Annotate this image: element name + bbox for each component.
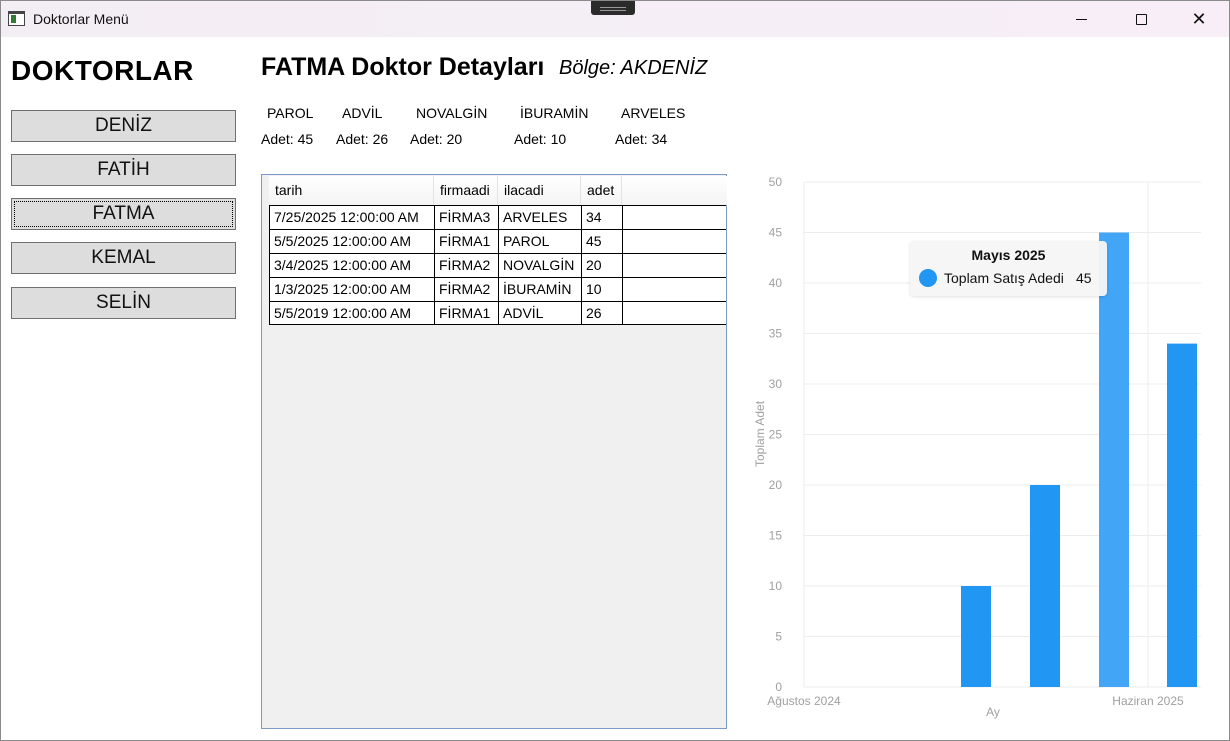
cell-firmaadi[interactable]: FİRMA2: [434, 253, 498, 277]
cell-adet[interactable]: 10: [581, 277, 622, 301]
chart-bar[interactable]: [1167, 343, 1197, 687]
drug-count-advil: Adet: 26: [336, 131, 389, 147]
series-color-swatch: [919, 269, 937, 287]
title-bar[interactable]: Doktorlar Menü ✕: [1, 1, 1229, 37]
y-tick-label: 30: [769, 377, 783, 391]
doctor-button-deniz[interactable]: DENİZ: [11, 110, 236, 142]
grid-header: tarih firmaadi ilacadi adet: [269, 176, 727, 205]
cell-firmaadi[interactable]: FİRMA2: [434, 277, 498, 301]
doctor-button-kemal[interactable]: KEMAL: [11, 242, 236, 274]
table-row[interactable]: 5/5/2025 12:00:00 AM FİRMA1 PAROL 45: [269, 229, 726, 253]
tooltip-value: 45: [1076, 270, 1092, 286]
cell-adet[interactable]: 20: [581, 253, 622, 277]
row-filler: [622, 229, 726, 253]
cell-adet[interactable]: 34: [581, 205, 622, 229]
drug-name-arveles: ARVELES: [621, 105, 686, 121]
y-tick-label: 15: [769, 529, 783, 543]
grid-row-divider: [269, 324, 726, 325]
app-window-icon: [8, 11, 25, 26]
minimize-icon: [1075, 18, 1087, 20]
y-tick-label: 0: [775, 680, 782, 694]
tooltip-title: Mayıs 2025: [971, 247, 1046, 263]
cell-ilacadi[interactable]: PAROL: [498, 229, 581, 253]
chart-bar[interactable]: [1030, 485, 1060, 687]
doctor-button-selin[interactable]: SELİN: [11, 287, 236, 319]
x-tick-label: Ağustos 2024: [767, 694, 841, 708]
drug-count-arveles: Adet: 34: [615, 131, 668, 147]
y-tick-label: 25: [769, 428, 783, 442]
cell-tarih[interactable]: 1/3/2025 12:00:00 AM: [269, 277, 434, 301]
row-filler: [622, 277, 726, 301]
cell-ilacadi[interactable]: ARVELES: [498, 205, 581, 229]
drug-count-iburamin: Adet: 10: [514, 131, 567, 147]
cell-adet[interactable]: 45: [581, 229, 622, 253]
cell-firmaadi[interactable]: FİRMA1: [434, 229, 498, 253]
snap-layout-handle[interactable]: [591, 1, 635, 15]
drug-name-parol: PAROL: [267, 105, 314, 121]
app-window: Doktorlar Menü ✕ DOKTORLAR DENİZ FATİH F…: [0, 0, 1230, 741]
x-tick-label: Haziran 2025: [1112, 694, 1184, 708]
y-tick-label: 50: [769, 175, 783, 189]
maximize-button[interactable]: [1118, 1, 1164, 37]
y-tick-label: 10: [769, 579, 783, 593]
chart-bar[interactable]: [961, 586, 991, 687]
tooltip-series-label: Toplam Satış Adedi: [944, 270, 1064, 286]
doctor-button-fatma[interactable]: FATMA: [11, 198, 236, 230]
sidebar-title: DOKTORLAR: [11, 55, 194, 86]
window-title: Doktorlar Menü: [33, 11, 129, 27]
drug-name-iburamin: İBURAMİN: [520, 105, 589, 121]
close-button[interactable]: ✕: [1176, 1, 1222, 37]
column-header-ilacadi[interactable]: ilacadi: [498, 176, 581, 205]
drug-count-parol: Adet: 45: [261, 131, 314, 147]
y-tick-label: 45: [769, 226, 783, 240]
y-axis-title: Toplam Adet: [753, 400, 767, 467]
cell-ilacadi[interactable]: NOVALGİN: [498, 253, 581, 277]
close-icon: ✕: [1191, 9, 1207, 29]
column-header-adet[interactable]: adet: [581, 176, 622, 205]
maximize-icon: [1135, 13, 1147, 25]
chart-bar[interactable]: [1099, 232, 1129, 688]
y-tick-label: 35: [769, 327, 783, 341]
y-tick-label: 20: [769, 478, 783, 492]
x-axis-title: Ay: [986, 705, 1000, 719]
column-header-tarih[interactable]: tarih: [269, 176, 434, 205]
page-title: FATMA Doktor Detayları: [261, 53, 545, 81]
cell-tarih[interactable]: 5/5/2025 12:00:00 AM: [269, 229, 434, 253]
minimize-button[interactable]: [1058, 1, 1104, 37]
y-tick-label: 40: [769, 276, 783, 290]
cell-tarih[interactable]: 5/5/2019 12:00:00 AM: [269, 301, 434, 325]
row-filler: [622, 301, 726, 325]
drug-name-advil: ADVİL: [342, 105, 383, 121]
drug-name-novalgin: NOVALGİN: [416, 105, 488, 121]
cell-ilacadi[interactable]: İBURAMİN: [498, 277, 581, 301]
cell-tarih[interactable]: 7/25/2025 12:00:00 AM: [269, 205, 434, 229]
cell-firmaadi[interactable]: FİRMA3: [434, 205, 498, 229]
table-row[interactable]: 1/3/2025 12:00:00 AM FİRMA2 İBURAMİN 10: [269, 277, 726, 301]
row-filler: [622, 253, 726, 277]
cell-adet[interactable]: 26: [581, 301, 622, 325]
table-row[interactable]: 3/4/2025 12:00:00 AM FİRMA2 NOVALGİN 20: [269, 253, 726, 277]
cell-tarih[interactable]: 3/4/2025 12:00:00 AM: [269, 253, 434, 277]
column-header-firmaadi[interactable]: firmaadi: [434, 176, 498, 205]
table-row[interactable]: 7/25/2025 12:00:00 AM FİRMA3 ARVELES 34: [269, 205, 726, 229]
doctor-button-fatih[interactable]: FATİH: [11, 154, 236, 186]
drug-count-novalgin: Adet: 20: [410, 131, 463, 147]
row-filler: [622, 205, 726, 229]
y-tick-label: 5: [775, 630, 782, 644]
sales-data-grid[interactable]: tarih firmaadi ilacadi adet 7/25/2025 12…: [261, 174, 727, 729]
region-label: Bölge: AKDENİZ: [559, 57, 708, 79]
table-row[interactable]: 5/5/2019 12:00:00 AM FİRMA1 ADVİL 26: [269, 301, 726, 325]
cell-ilacadi[interactable]: ADVİL: [498, 301, 581, 325]
cell-firmaadi[interactable]: FİRMA1: [434, 301, 498, 325]
chart-tooltip: Mayıs 2025 Toplam Satış Adedi 45: [910, 241, 1107, 296]
